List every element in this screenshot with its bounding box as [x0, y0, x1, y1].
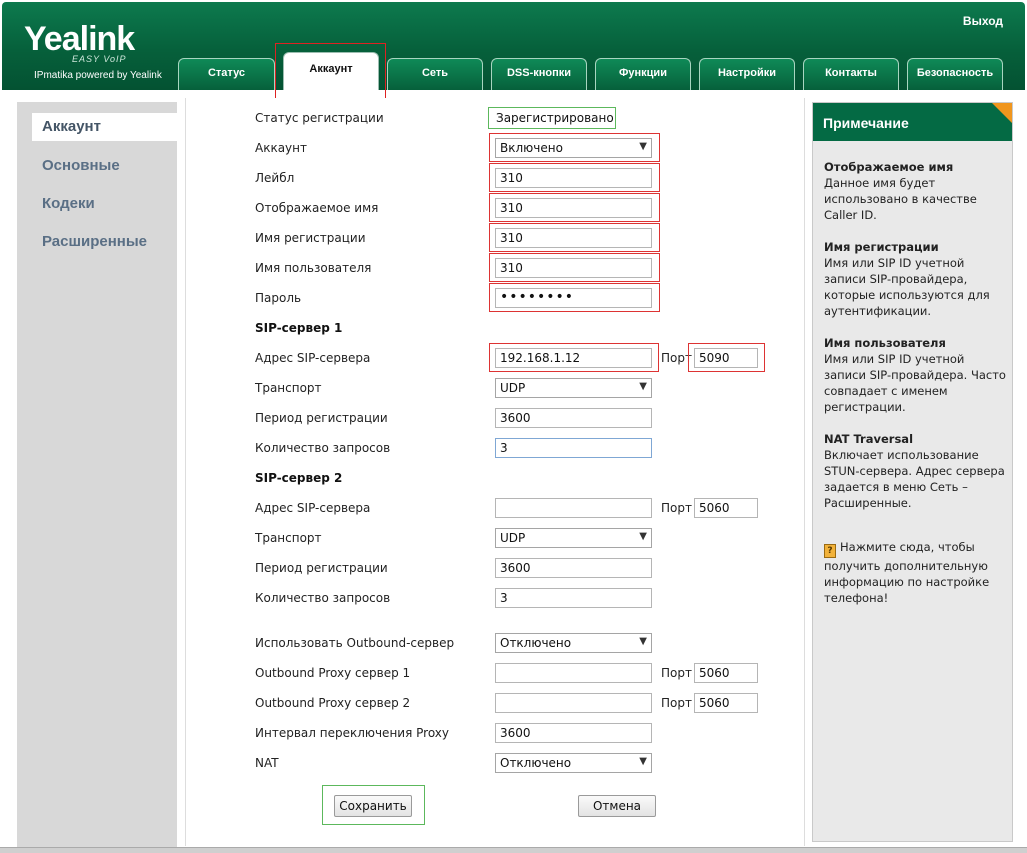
reg-status-label: Статус регистрации	[255, 111, 384, 125]
tab-highlight-frame	[275, 43, 386, 100]
note-body: Отображаемое имя Данное имя будет исполь…	[824, 159, 1006, 606]
tab-dss-keys[interactable]: DSS-кнопки	[491, 58, 587, 90]
logo-tagline: EASY VoIP	[72, 54, 127, 64]
reg-name-label: Имя регистрации	[255, 231, 366, 245]
chevron-down-icon: ▼	[639, 381, 647, 392]
sip1-retries-label: Количество запросов	[255, 441, 391, 455]
yealink-logo: Yealink	[24, 20, 135, 58]
note-block-text: Включает использование STUN-сервера. Адр…	[824, 448, 1005, 510]
sip1-retries-input[interactable]: 3	[495, 438, 652, 458]
username-label: Имя пользователя	[255, 261, 372, 275]
sidebar: Аккаунт Основные Кодеки Расширенные	[17, 102, 177, 847]
tab-contacts[interactable]: Контакты	[803, 58, 899, 90]
sip2-period-input[interactable]: 3600	[495, 558, 652, 578]
sip2-server-input[interactable]	[495, 498, 652, 518]
proxy1-label: Outbound Proxy сервер 1	[255, 666, 411, 680]
proxy2-input[interactable]	[495, 693, 652, 713]
nat-select[interactable]: Отключено ▼	[495, 753, 652, 773]
cancel-button[interactable]: Отмена	[578, 795, 656, 817]
chevron-down-icon: ▼	[639, 636, 647, 647]
note-block-text: Имя или SIP ID учетной записи SIP-провай…	[824, 256, 990, 318]
username-input[interactable]: 310	[495, 258, 652, 278]
logout-link[interactable]: Выход	[963, 14, 1003, 28]
sip2-transport-label: Транспорт	[255, 531, 322, 545]
display-name-input[interactable]: 310	[495, 198, 652, 218]
note-block: Имя регистрации Имя или SIP ID учетной з…	[824, 239, 1006, 319]
tab-settings[interactable]: Настройки	[699, 58, 795, 90]
sip1-port-input[interactable]: 5090	[694, 348, 758, 368]
help-book-icon: ?	[824, 544, 836, 558]
sip2-transport-select[interactable]: UDP ▼	[495, 528, 652, 548]
note-block-title: Имя пользователя	[824, 336, 946, 350]
sip1-transport-label: Транспорт	[255, 381, 322, 395]
note-block-title: Отображаемое имя	[824, 160, 954, 174]
label-label: Лейбл	[255, 171, 295, 185]
password-input[interactable]: ••••••••	[495, 288, 652, 308]
nat-select-value: Отключено	[500, 756, 572, 770]
outbound-select[interactable]: Отключено ▼	[495, 633, 652, 653]
proxy1-port-input[interactable]: 5060	[694, 663, 758, 683]
note-block-text: Данное имя будет использовано в качестве…	[824, 176, 977, 222]
save-button[interactable]: Сохранить	[334, 795, 412, 817]
help-link[interactable]: ? Нажмите сюда, чтобы получить дополнител…	[824, 539, 1006, 606]
nat-label: NAT	[255, 756, 279, 770]
proxy1-input[interactable]	[495, 663, 652, 683]
tab-features[interactable]: Функции	[595, 58, 691, 90]
sip2-transport-value: UDP	[500, 531, 526, 545]
sidebar-item-advanced[interactable]: Расширенные	[17, 228, 177, 256]
sip2-port-input[interactable]: 5060	[694, 498, 758, 518]
note-block: NAT Traversal Включает использование STU…	[824, 431, 1006, 511]
proxy-interval-label: Интервал переключения Proxy	[255, 726, 449, 740]
tab-status[interactable]: Статус	[178, 58, 275, 90]
reg-status-value: Зарегистрировано	[488, 107, 616, 129]
sip2-period-label: Период регистрации	[255, 561, 388, 575]
note-block: Имя пользователя Имя или SIP ID учетной …	[824, 335, 1006, 415]
display-name-label: Отображаемое имя	[255, 201, 379, 215]
note-block-title: Имя регистрации	[824, 240, 939, 254]
bottom-scrollbar[interactable]	[0, 847, 1027, 853]
sip1-transport-select[interactable]: UDP ▼	[495, 378, 652, 398]
note-corner-fold	[992, 103, 1012, 123]
proxy1-port-label: Порт	[661, 666, 692, 680]
sidebar-item-basic[interactable]: Основные	[17, 152, 177, 180]
sidebar-item-account[interactable]: Аккаунт	[32, 113, 177, 141]
note-panel: Примечание Отображаемое имя Данное имя б…	[812, 102, 1013, 842]
label-input[interactable]: 310	[495, 168, 652, 188]
note-block: Отображаемое имя Данное имя будет исполь…	[824, 159, 1006, 223]
tab-network[interactable]: Сеть	[387, 58, 483, 90]
sip2-server-label: Адрес SIP-сервера	[255, 501, 371, 515]
sip-server-1-title: SIP-сервер 1	[255, 321, 343, 335]
chevron-down-icon: ▼	[639, 141, 647, 152]
password-label: Пароль	[255, 291, 302, 305]
sip1-server-label: Адрес SIP-сервера	[255, 351, 371, 365]
sip1-transport-value: UDP	[500, 381, 526, 395]
account-select-value: Включено	[500, 141, 563, 155]
sip1-period-input[interactable]: 3600	[495, 408, 652, 428]
sip1-period-label: Период регистрации	[255, 411, 388, 425]
note-block-text: Имя или SIP ID учетной записи SIP-провай…	[824, 352, 1006, 414]
sip2-port-label: Порт	[661, 501, 692, 515]
sip2-retries-label: Количество запросов	[255, 591, 391, 605]
tab-security[interactable]: Безопасность	[907, 58, 1003, 90]
help-link-text: Нажмите сюда, чтобы получить дополнитель…	[824, 540, 990, 605]
sidebar-item-codecs[interactable]: Кодеки	[17, 190, 177, 218]
account-label: Аккаунт	[255, 141, 307, 155]
chevron-down-icon: ▼	[639, 531, 647, 542]
sip1-server-input[interactable]: 192.168.1.12	[495, 348, 652, 368]
sip-server-2-title: SIP-сервер 2	[255, 471, 343, 485]
chevron-down-icon: ▼	[639, 756, 647, 767]
outbound-select-value: Отключено	[500, 636, 572, 650]
note-block-title: NAT Traversal	[824, 432, 914, 446]
proxy2-port-input[interactable]: 5060	[694, 693, 758, 713]
sip2-retries-input[interactable]: 3	[495, 588, 652, 608]
reg-name-input[interactable]: 310	[495, 228, 652, 248]
outbound-label: Использовать Outbound-сервер	[255, 636, 455, 650]
proxy-interval-input[interactable]: 3600	[495, 723, 652, 743]
proxy2-port-label: Порт	[661, 696, 692, 710]
proxy2-label: Outbound Proxy сервер 2	[255, 696, 411, 710]
powered-by-text: IPmatika powered by Yealink	[34, 70, 162, 81]
note-title: Примечание	[813, 103, 1012, 141]
account-select[interactable]: Включено ▼	[495, 138, 652, 158]
